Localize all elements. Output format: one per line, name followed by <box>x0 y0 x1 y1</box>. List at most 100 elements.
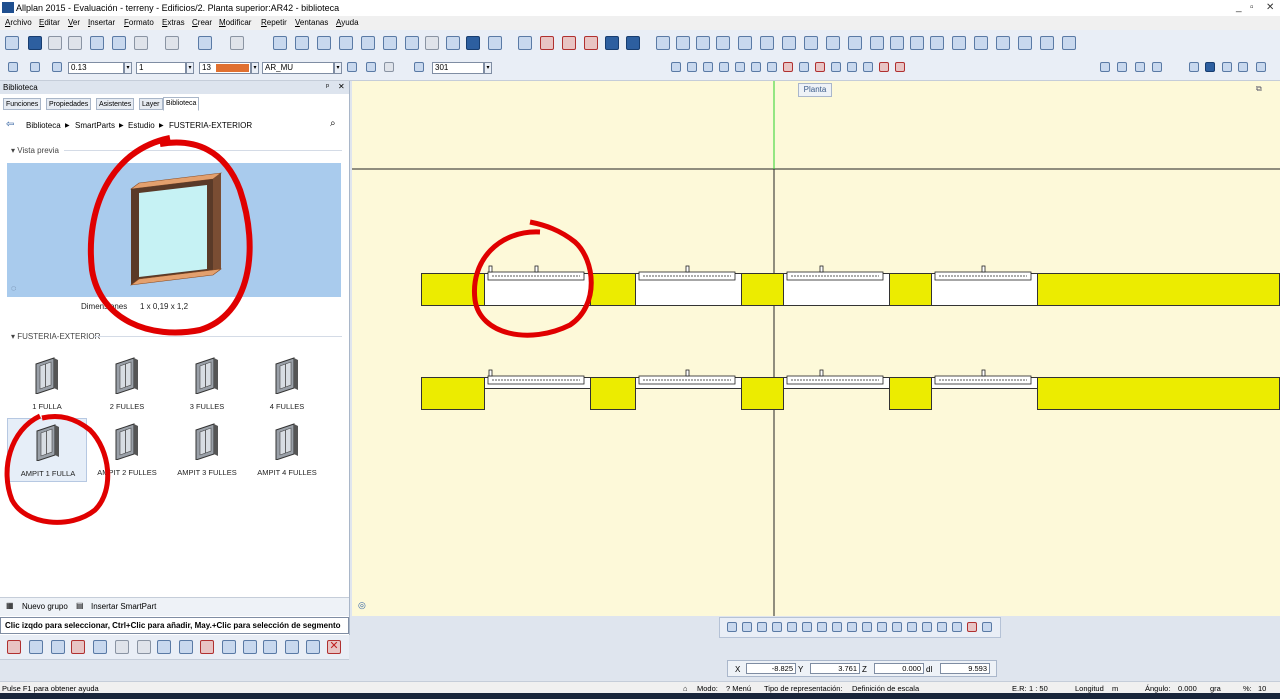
filter-active-icon[interactable] <box>1205 62 1215 72</box>
breadcrumb-estudio[interactable]: Estudio <box>128 121 155 130</box>
pan-icon[interactable] <box>787 622 797 632</box>
area-icon[interactable] <box>317 36 331 50</box>
room-icon[interactable] <box>910 36 924 50</box>
pencil-red-icon[interactable] <box>562 36 576 50</box>
railing-icon[interactable] <box>952 36 966 50</box>
regen-icon[interactable] <box>772 622 782 632</box>
search-icon[interactable]: ⌕ <box>330 118 336 129</box>
text-mark-icon[interactable] <box>783 62 793 72</box>
roof-icon[interactable] <box>804 36 818 50</box>
snap-icon[interactable] <box>1100 62 1110 72</box>
mirror-red-icon[interactable] <box>71 640 85 654</box>
view-iso-3-icon[interactable] <box>907 622 917 632</box>
maximize-button[interactable]: ▫ <box>1250 2 1254 13</box>
breadcrumb-biblioteca[interactable]: Biblioteca <box>26 121 61 130</box>
filter-icon[interactable] <box>1189 62 1199 72</box>
z-coordinate-field[interactable]: 0.000 <box>874 663 924 674</box>
menu-ventanas[interactable]: Ventanas <box>295 18 328 27</box>
eyedropper-icon[interactable] <box>52 62 62 72</box>
wall-icon[interactable] <box>656 36 670 50</box>
hatch-dropdown[interactable]: ▾ <box>484 62 492 74</box>
close-button[interactable]: ✕ <box>1266 2 1274 13</box>
delete-icon[interactable] <box>7 640 21 654</box>
breadcrumb-smartparts[interactable]: SmartParts <box>75 121 115 130</box>
view-iso-2-icon[interactable] <box>892 622 902 632</box>
view-tab-planta[interactable]: Planta <box>798 83 832 97</box>
menu-extras[interactable]: Extras <box>162 18 185 27</box>
copy-icon[interactable] <box>68 36 82 50</box>
delete-red-icon[interactable] <box>584 36 598 50</box>
symbol-4-icon[interactable] <box>879 62 889 72</box>
mode-value[interactable]: ? Menú <box>726 684 751 693</box>
layer-select-icon[interactable] <box>347 62 357 72</box>
text-style-icon[interactable] <box>815 62 825 72</box>
tab-propiedades[interactable]: Propiedades <box>46 98 92 110</box>
menu-ayuda[interactable]: Ayuda <box>336 18 359 27</box>
mirror-copy-icon[interactable] <box>137 640 151 654</box>
floor-icon[interactable] <box>930 36 944 50</box>
new-group-button[interactable]: Nuevo grupo <box>22 602 68 611</box>
repr-value[interactable]: Definición de escala <box>852 684 919 693</box>
funnel-2-icon[interactable] <box>1256 62 1266 72</box>
offset-icon[interactable] <box>179 640 193 654</box>
trim-icon[interactable] <box>200 640 214 654</box>
text-list-icon[interactable] <box>767 62 777 72</box>
view-top-icon[interactable] <box>832 622 842 632</box>
sum-icon[interactable] <box>1222 62 1232 72</box>
symbol-3-icon[interactable] <box>863 62 873 72</box>
view-prev-icon[interactable] <box>802 622 812 632</box>
split-icon[interactable] <box>243 640 257 654</box>
xml-import-icon[interactable] <box>626 36 640 50</box>
line-type-dropdown[interactable]: ▾ <box>186 62 194 74</box>
redo-icon[interactable] <box>230 36 244 50</box>
color-field[interactable]: 13 <box>199 62 251 74</box>
grid-icon[interactable] <box>1040 36 1054 50</box>
measure-icon[interactable] <box>273 36 287 50</box>
door-icon[interactable] <box>696 36 710 50</box>
view-iso-4-icon[interactable] <box>922 622 932 632</box>
scale-value[interactable]: 1 : 50 <box>1029 684 1048 693</box>
y-coordinate-field[interactable]: 3.761 <box>810 663 860 674</box>
restore-view-icon[interactable]: ⧉ <box>1256 84 1262 94</box>
wall-segment[interactable] <box>1037 273 1280 306</box>
duplicate-icon[interactable] <box>157 640 171 654</box>
text-abc-icon[interactable] <box>687 62 697 72</box>
clipboard-icon[interactable] <box>165 36 179 50</box>
new-file-icon[interactable] <box>48 36 62 50</box>
view-rotate-icon[interactable] <box>952 622 962 632</box>
menu-formato[interactable]: Formato <box>124 18 154 27</box>
terrain-icon[interactable] <box>974 36 988 50</box>
symbol-2-icon[interactable] <box>847 62 857 72</box>
text-block-icon[interactable] <box>735 62 745 72</box>
line-type-field[interactable]: 1 <box>136 62 186 74</box>
zoom-value[interactable]: 10 <box>1258 684 1266 693</box>
insert-smartpart-button[interactable]: Insertar SmartPart <box>91 602 156 611</box>
tab-asistentes[interactable]: Asistentes <box>96 98 135 110</box>
fileset-icon[interactable] <box>28 36 42 50</box>
stair-icon[interactable] <box>890 36 904 50</box>
distance-field[interactable]: 9.593 <box>940 663 990 674</box>
axis-grid-icon[interactable] <box>1062 36 1076 50</box>
plan-view-icon[interactable] <box>466 36 480 50</box>
snap-2-icon[interactable] <box>1117 62 1127 72</box>
view-settings-icon[interactable] <box>982 622 992 632</box>
window-smartpart-icon[interactable] <box>716 36 730 50</box>
text-align-icon[interactable] <box>703 62 713 72</box>
dimension-icon[interactable] <box>295 36 309 50</box>
panel-close-icon[interactable]: ✕ <box>338 82 345 91</box>
layer-dropdown[interactable]: ▾ <box>334 62 342 74</box>
back-arrow-icon[interactable]: ⇦ <box>6 119 14 130</box>
minimize-button[interactable]: _ <box>1236 2 1242 13</box>
edit-red-icon[interactable] <box>540 36 554 50</box>
zoom-icon[interactable] <box>727 622 737 632</box>
angle-value[interactable]: 0.000 <box>1178 684 1197 693</box>
text-icon[interactable] <box>671 62 681 72</box>
tab-funciones[interactable]: Funciones <box>3 98 42 110</box>
symbol-5-icon[interactable] <box>895 62 905 72</box>
view-camera-icon[interactable] <box>937 622 947 632</box>
pen-icon[interactable] <box>30 62 40 72</box>
modify-icon[interactable] <box>285 640 299 654</box>
niche-icon[interactable] <box>738 36 752 50</box>
section-icon[interactable] <box>996 36 1010 50</box>
snap-3-icon[interactable] <box>1135 62 1145 72</box>
